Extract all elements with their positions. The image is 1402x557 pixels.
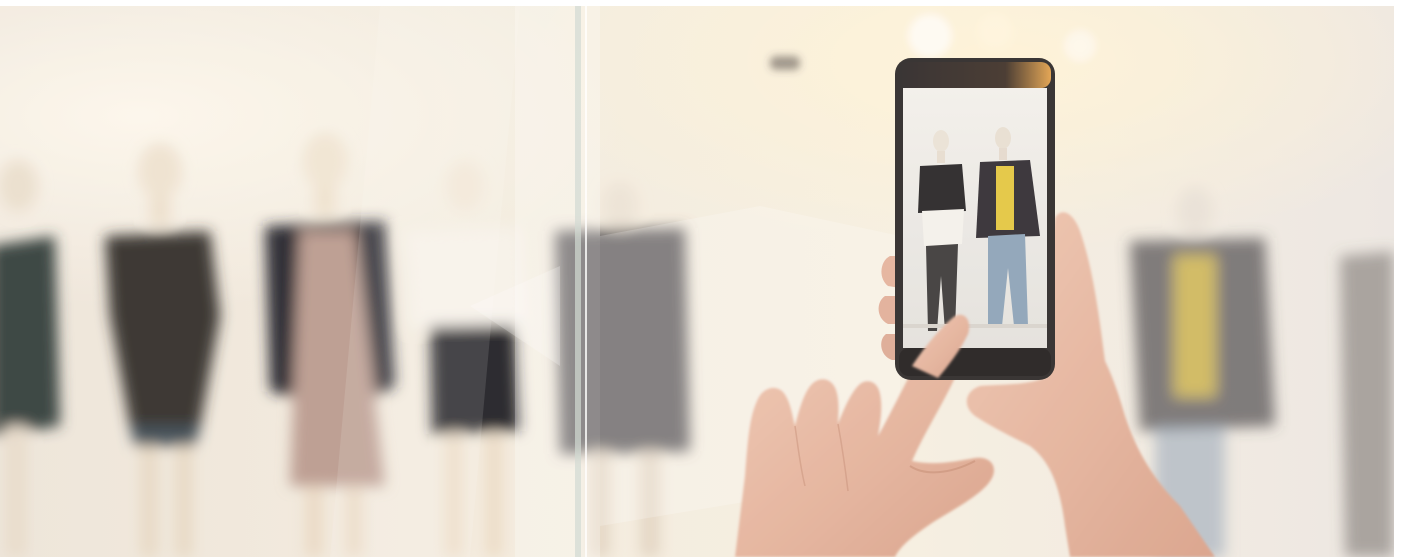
photo-illustration [0,6,1394,557]
warm-haze [0,6,1394,557]
photo-frame [0,6,1394,557]
photo-scene [0,0,1402,557]
